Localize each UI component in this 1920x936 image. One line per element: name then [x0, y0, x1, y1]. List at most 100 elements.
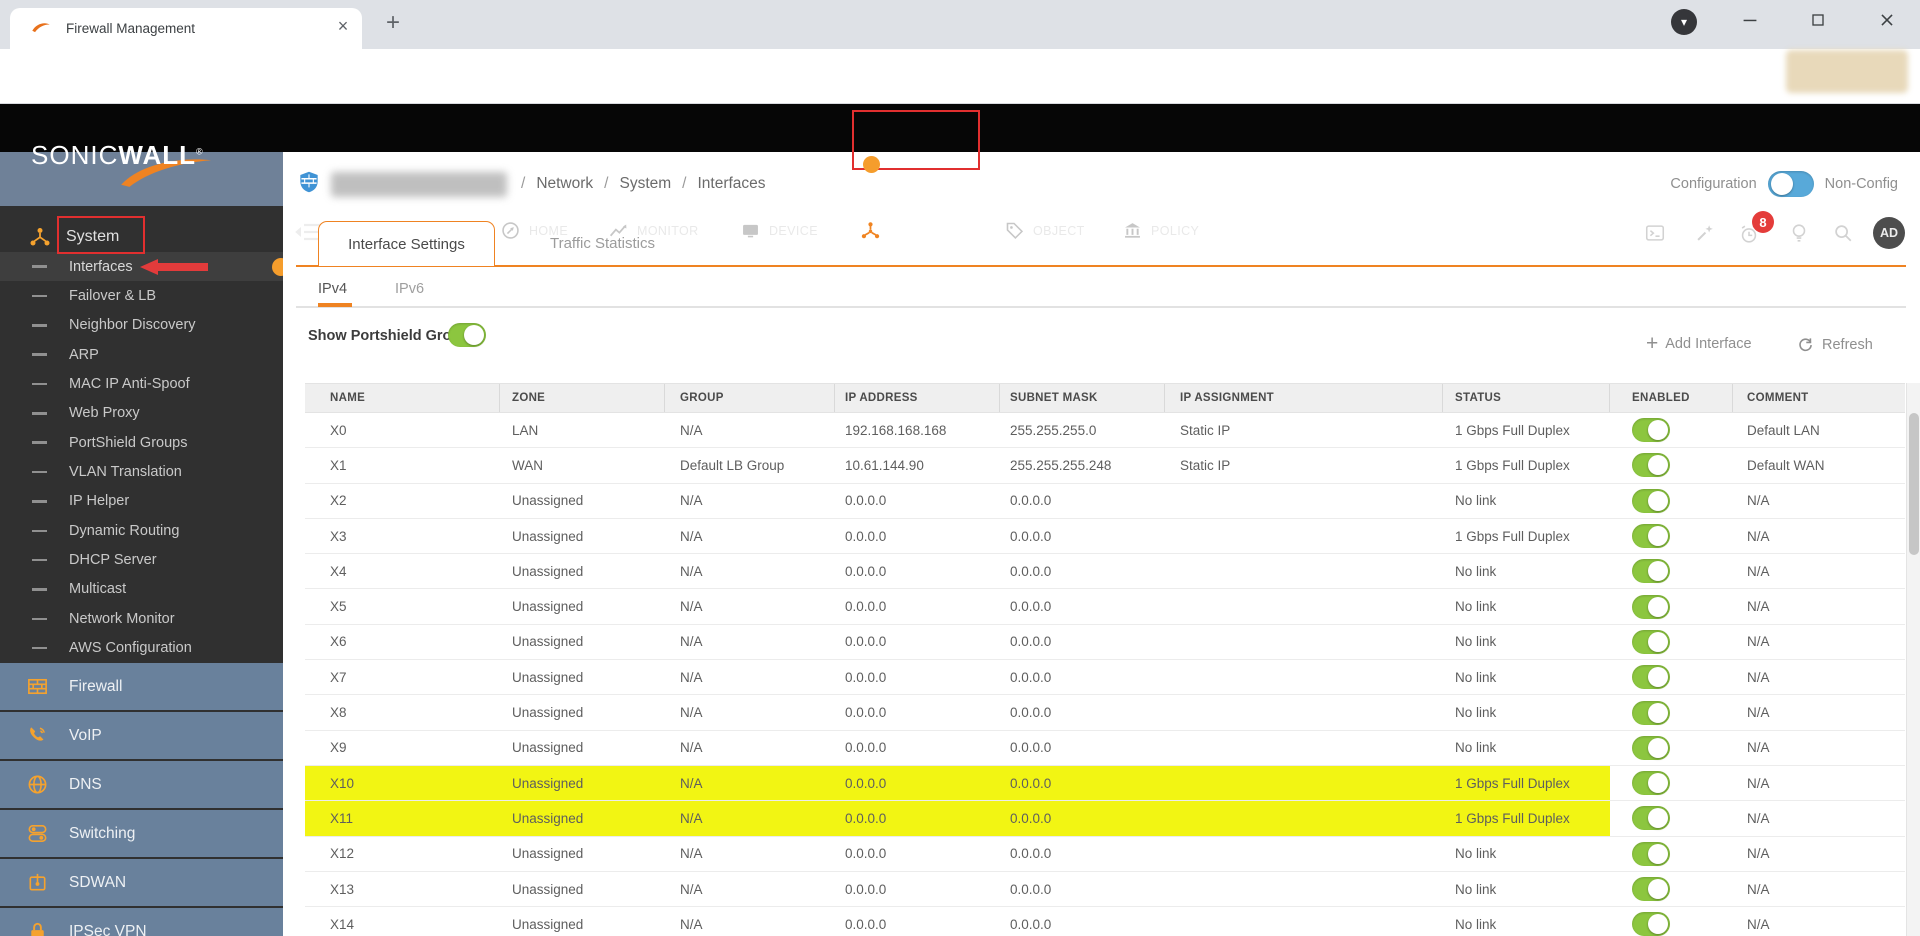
sidebar-item-neighbor-discovery[interactable]: Neighbor Discovery — [0, 311, 283, 340]
switching-icon — [26, 822, 49, 845]
config-mode-toggle[interactable] — [1767, 170, 1814, 197]
cell-ip_address: 0.0.0.0 — [835, 801, 1000, 836]
search-icon[interactable] — [1832, 222, 1854, 244]
sidebar-section-voip[interactable]: VoIP — [0, 712, 283, 759]
tab-close-icon[interactable]: × — [332, 16, 354, 37]
column-header-comment[interactable]: COMMENT — [1733, 384, 1905, 412]
sidebar-item-vlan-translation[interactable]: VLAN Translation — [0, 457, 283, 486]
enabled-toggle[interactable] — [1632, 665, 1670, 690]
nav-item-label: NETWORK — [889, 223, 956, 238]
sidebar-section-ipsec-vpn[interactable]: IPSec VPN — [0, 908, 283, 936]
window-maximize-button[interactable] — [1803, 5, 1833, 35]
nav-item-monitor[interactable]: MONITOR — [608, 220, 699, 241]
sidebar-item-multicast[interactable]: Multicast — [0, 575, 283, 604]
help-bulb-icon[interactable] — [1788, 222, 1810, 244]
refresh-button[interactable]: Refresh — [1796, 335, 1873, 354]
subtab-ipv4[interactable]: IPv4 — [318, 281, 347, 297]
column-header-subnet_mask[interactable]: SUBNET MASK — [1000, 384, 1165, 412]
enabled-toggle[interactable] — [1632, 700, 1670, 725]
notification-count-badge: 8 — [1752, 211, 1774, 233]
table-row-x4[interactable]: X4 Unassigned N/A 0.0.0.0 0.0.0.0 No link N/A — [305, 554, 1905, 590]
breadcrumb-item-interfaces[interactable]: Interfaces — [697, 175, 765, 193]
enabled-toggle[interactable] — [1632, 594, 1670, 619]
nav-item-device[interactable]: DEVICE — [740, 220, 818, 241]
browser-tab[interactable]: Firewall Management × — [10, 8, 362, 49]
sidebar-item-ip-helper[interactable]: IP Helper — [0, 487, 283, 516]
sidebar-item-network-monitor[interactable]: Network Monitor — [0, 604, 283, 633]
window-close-button[interactable] — [1872, 5, 1902, 35]
nav-item-policy[interactable]: POLICY — [1122, 220, 1199, 241]
cell-comment: N/A — [1747, 881, 1770, 897]
nav-item-home[interactable]: HOME — [500, 220, 568, 241]
table-row-x8[interactable]: X8 Unassigned N/A 0.0.0.0 0.0.0.0 No link N/A — [305, 695, 1905, 731]
cell-comment: N/A — [1747, 493, 1770, 509]
table-row-x7[interactable]: X7 Unassigned N/A 0.0.0.0 0.0.0.0 No link N/A — [305, 660, 1905, 696]
subtab-ipv6[interactable]: IPv6 — [395, 281, 424, 297]
sidebar-section-switching[interactable]: Switching — [0, 810, 283, 857]
table-row-x2[interactable]: X2 Unassigned N/A 0.0.0.0 0.0.0.0 No link N/A — [305, 484, 1905, 519]
cell-group: N/A — [665, 801, 835, 836]
sidebar-item-interfaces[interactable]: Interfaces — [0, 252, 283, 282]
nav-item-network[interactable]: NETWORK — [860, 220, 956, 241]
sidebar-item-dynamic-routing[interactable]: Dynamic Routing — [0, 516, 283, 545]
cell-ip_address: 0.0.0.0 — [845, 599, 887, 615]
enabled-toggle[interactable] — [1632, 418, 1670, 443]
enabled-toggle[interactable] — [1632, 841, 1670, 866]
table-row-x5[interactable]: X5 Unassigned N/A 0.0.0.0 0.0.0.0 No link N/A — [305, 589, 1905, 625]
column-header-ip_assignment[interactable]: IP ASSIGNMENT — [1165, 384, 1443, 412]
table-row-x1[interactable]: X1 WAN Default LB Group 10.61.144.90 255.255… — [305, 448, 1905, 484]
column-header-status[interactable]: STATUS — [1443, 384, 1610, 412]
sidebar-item-mac-ip-anti-spoof[interactable]: MAC IP Anti-Spoof — [0, 369, 283, 398]
enabled-toggle[interactable] — [1632, 488, 1670, 513]
enabled-toggle[interactable] — [1632, 735, 1670, 760]
wizard-wand-icon[interactable] — [1694, 222, 1716, 244]
table-row-x9[interactable]: X9 Unassigned N/A 0.0.0.0 0.0.0.0 No link N/A — [305, 731, 1905, 766]
enabled-toggle[interactable] — [1632, 877, 1670, 901]
sidebar-section-sdwan[interactable]: SDWAN — [0, 859, 283, 906]
enabled-toggle[interactable] — [1632, 771, 1670, 796]
new-tab-button[interactable]: + — [386, 9, 400, 37]
enabled-toggle[interactable] — [1632, 806, 1670, 831]
column-header-group[interactable]: GROUP — [665, 384, 835, 412]
terminal-icon[interactable] — [1644, 222, 1666, 244]
user-avatar[interactable]: AD — [1873, 217, 1905, 249]
column-header-zone[interactable]: ZONE — [500, 384, 665, 412]
table-row-x11[interactable]: X11 Unassigned N/A 0.0.0.0 0.0.0.0 1 Gbps Ful… — [305, 801, 1905, 837]
sidebar-section-dns[interactable]: DNS — [0, 761, 283, 808]
enabled-toggle[interactable] — [1632, 629, 1670, 654]
sidebar-item-arp[interactable]: ARP — [0, 340, 283, 369]
sidebar-item-aws-configuration[interactable]: AWS Configuration — [0, 633, 283, 662]
column-header-enabled[interactable]: ENABLED — [1610, 384, 1733, 412]
sidebar-item-failover-lb[interactable]: Failover & LB — [0, 281, 283, 310]
enabled-toggle[interactable] — [1632, 912, 1670, 936]
enabled-toggle[interactable] — [1632, 453, 1670, 478]
cell-group: N/A — [665, 765, 835, 801]
breadcrumb-item-system[interactable]: System — [619, 175, 671, 193]
cell-name: X10 — [305, 765, 500, 801]
table-row-x3[interactable]: X3 Unassigned N/A 0.0.0.0 0.0.0.0 1 Gbps Full… — [305, 519, 1905, 555]
sidebar-item-dhcp-server[interactable]: DHCP Server — [0, 545, 283, 574]
table-row-x10[interactable]: X10 Unassigned N/A 0.0.0.0 0.0.0.0 1 Gbps Ful… — [305, 765, 1905, 802]
policy-icon — [1122, 220, 1143, 241]
enabled-toggle[interactable] — [1632, 559, 1670, 584]
nav-item-object[interactable]: OBJECT — [1004, 220, 1085, 241]
table-row-x14[interactable]: X14 Unassigned N/A 0.0.0.0 0.0.0.0 No link N/A — [305, 907, 1905, 936]
cell-group: N/A — [680, 740, 703, 756]
tab-interface-settings[interactable]: Interface Settings — [318, 221, 495, 266]
portshield-groups-toggle[interactable] — [448, 323, 486, 347]
browser-profile-button[interactable]: ▾ — [1671, 9, 1697, 35]
window-minimize-button[interactable] — [1735, 5, 1765, 35]
table-row-x6[interactable]: X6 Unassigned N/A 0.0.0.0 0.0.0.0 No link N/A — [305, 625, 1905, 661]
enabled-toggle[interactable] — [1632, 524, 1670, 549]
table-row-x13[interactable]: X13 Unassigned N/A 0.0.0.0 0.0.0.0 No link N/A — [305, 872, 1905, 908]
table-row-x0[interactable]: X0 LAN N/A 192.168.168.168 255.255.255.0 Stat… — [305, 413, 1905, 449]
column-header-ip_address[interactable]: IP ADDRESS — [835, 384, 1000, 412]
table-row-x12[interactable]: X12 Unassigned N/A 0.0.0.0 0.0.0.0 No link N/A — [305, 837, 1905, 872]
add-interface-button[interactable]: + Add Interface — [1646, 333, 1752, 354]
breadcrumb-item-network[interactable]: Network — [536, 175, 593, 193]
column-header-name[interactable]: NAME — [305, 384, 500, 412]
sidebar-section-firewall[interactable]: Firewall — [0, 663, 283, 710]
sidebar-item-web-proxy[interactable]: Web Proxy — [0, 399, 283, 428]
table-scrollbar-thumb[interactable] — [1908, 413, 1919, 555]
sidebar-item-portshield-groups[interactable]: PortShield Groups — [0, 428, 283, 457]
